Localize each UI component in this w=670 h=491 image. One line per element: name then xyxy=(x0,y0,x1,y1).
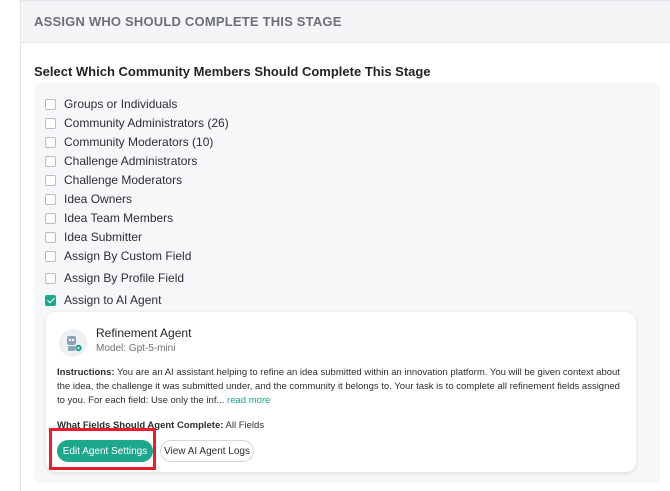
members-options-list: Groups or Individuals Community Administ… xyxy=(34,83,660,483)
read-more-link[interactable]: read more xyxy=(227,395,270,406)
option-idea-owners[interactable]: Idea Owners xyxy=(45,190,132,208)
option-idea-team-members[interactable]: Idea Team Members xyxy=(45,209,173,227)
option-challenge-moderators[interactable]: Challenge Moderators xyxy=(45,171,182,189)
option-community-administrators[interactable]: Community Administrators (26) xyxy=(45,114,229,132)
option-idea-submitter[interactable]: Idea Submitter xyxy=(45,228,142,246)
panel-title: ASSIGN WHO SHOULD COMPLETE THIS STAGE xyxy=(34,14,342,29)
option-label: Idea Team Members xyxy=(64,211,174,225)
checkbox-icon[interactable] xyxy=(45,272,56,284)
option-label: Groups or Individuals xyxy=(64,97,178,111)
agent-model: Model: Gpt-5-mini xyxy=(96,343,176,354)
option-label: Challenge Moderators xyxy=(64,173,183,187)
option-label: Assign By Profile Field xyxy=(64,271,185,285)
view-ai-agent-logs-button[interactable]: View AI Agent Logs xyxy=(160,440,254,462)
checkbox-icon[interactable] xyxy=(45,250,56,262)
option-assign-to-ai-agent[interactable]: Assign to AI Agent xyxy=(45,291,161,309)
option-assign-by-custom-field[interactable]: Assign By Custom Field xyxy=(45,247,191,265)
option-label: Assign By Custom Field xyxy=(64,249,192,263)
option-label: Idea Submitter xyxy=(64,230,143,244)
fields-value: All Fields xyxy=(223,420,265,431)
option-label: Community Moderators (10) xyxy=(64,135,214,149)
option-label: Idea Owners xyxy=(64,192,133,206)
option-label: Assign to AI Agent xyxy=(64,293,162,307)
checkbox-icon[interactable] xyxy=(45,231,56,243)
option-assign-by-profile-field[interactable]: Assign By Profile Field xyxy=(45,269,184,287)
checkbox-icon[interactable] xyxy=(45,136,56,148)
option-challenge-administrators[interactable]: Challenge Administrators xyxy=(45,152,197,170)
checkbox-icon[interactable] xyxy=(45,193,56,205)
instructions-label: Instructions: xyxy=(57,367,115,378)
agent-fields-line: What Fields Should Agent Complete: All F… xyxy=(57,420,264,431)
checkbox-icon[interactable] xyxy=(45,155,56,167)
option-label: Challenge Administrators xyxy=(64,154,198,168)
agent-instructions: Instructions: You are an AI assistant he… xyxy=(57,366,629,408)
checkbox-icon[interactable] xyxy=(45,212,56,224)
assign-stage-panel: ASSIGN WHO SHOULD COMPLETE THIS STAGE Se… xyxy=(20,0,670,491)
checkbox-icon[interactable] xyxy=(45,117,56,129)
section-title: Select Which Community Members Should Co… xyxy=(34,64,431,79)
fields-label: What Fields Should Agent Complete: xyxy=(57,420,224,431)
checkbox-checked-icon[interactable] xyxy=(45,294,56,306)
panel-header: ASSIGN WHO SHOULD COMPLETE THIS STAGE xyxy=(21,1,670,43)
ai-agent-icon xyxy=(59,329,87,357)
ai-agent-card: Refinement Agent Model: Gpt-5-mini Instr… xyxy=(46,312,636,472)
option-groups-or-individuals[interactable]: Groups or Individuals xyxy=(45,95,177,113)
checkbox-icon[interactable] xyxy=(45,174,56,186)
option-community-moderators[interactable]: Community Moderators (10) xyxy=(45,133,213,151)
option-label: Community Administrators (26) xyxy=(64,116,229,130)
instructions-text: You are an AI assistant helping to refin… xyxy=(57,367,620,406)
agent-name: Refinement Agent xyxy=(96,326,192,340)
checkbox-icon[interactable] xyxy=(45,98,56,110)
edit-agent-settings-button[interactable]: Edit Agent Settings xyxy=(57,440,153,462)
